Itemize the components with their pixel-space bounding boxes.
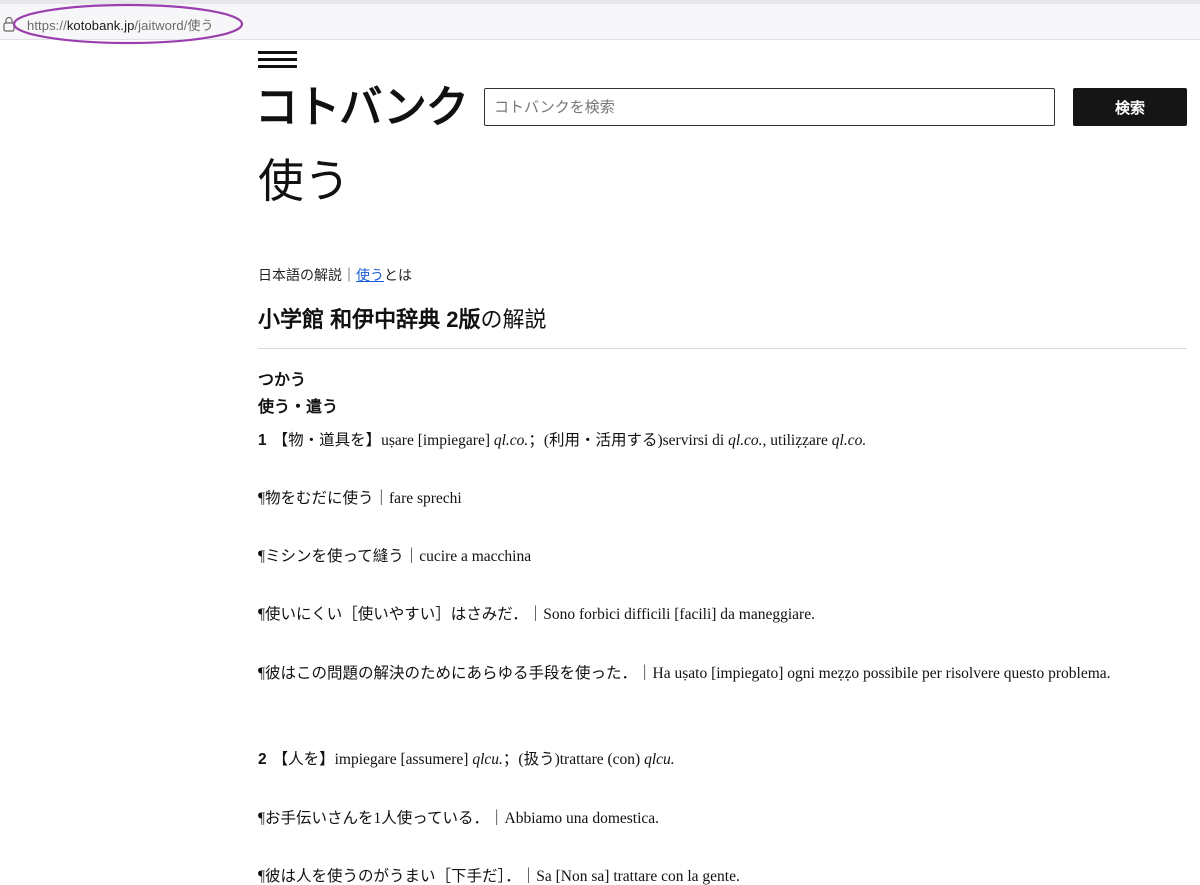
sense-1: 1 【物・道具を】uṣare [impiegare] ql.co.；(利用・活用す… [258, 427, 866, 455]
sense-number: 2 [258, 751, 267, 768]
breadcrumb-suffix: とは [384, 267, 412, 283]
sense-text: 【人を】impiegare [assumere] [272, 751, 473, 768]
search-button[interactable]: 検索 [1073, 88, 1187, 126]
example-line: ¶使いにくい［使いやすい］はさみだ．｜Sono forbici difficil… [258, 606, 815, 623]
dictionary-suffix: の解説 [480, 308, 547, 333]
sense-abbr: ql.co. [831, 432, 867, 449]
sense-abbr: qlcu. [644, 751, 675, 768]
breadcrumb-link[interactable]: 使う [356, 267, 384, 283]
sense-abbr: ql.co. [728, 432, 763, 449]
example-line: ¶お手伝いさんを1人使っている．｜Abbiamo una domestica. [258, 810, 660, 827]
example-line: ¶ミシンを使って縫う｜cucire a macchina [258, 548, 532, 565]
sense-2: 2 【人を】impiegare [assumere] qlcu.；(扱う)trat… [258, 746, 675, 774]
breadcrumb: 日本語の解説｜使うとは [258, 265, 412, 285]
example-line: ¶彼は人を使うのがうまい［下手だ］．｜Sa [Non sa] trattare … [258, 868, 740, 885]
sense-text: , utiliẓẓare [762, 432, 832, 449]
example-line: ¶物をむだに使う｜fare sprechi [258, 490, 462, 507]
divider [258, 348, 1187, 349]
menu-icon[interactable] [258, 51, 298, 69]
sense-text: ；(扱う)trattare (con) [502, 751, 645, 768]
sense-abbr: qlcu. [472, 751, 503, 768]
breadcrumb-prefix: 日本語の解説｜ [258, 267, 356, 283]
entry-reading: つかう [258, 372, 307, 389]
sense-text: 【物・道具を】uṣare [impiegare] [272, 432, 494, 449]
dictionary-heading: 小学館 和伊中辞典 2版の解説 [258, 305, 546, 336]
search-input[interactable] [484, 88, 1055, 126]
url-highlight-oval [12, 3, 244, 45]
dictionary-name: 小学館 和伊中辞典 2版 [258, 307, 481, 332]
site-logo[interactable]: コトバンク [255, 82, 469, 134]
sense-text: ；(利用・活用する)servirsi di [528, 432, 729, 449]
example-line: ¶彼はこの問題の解決のためにあらゆる手段を使った．｜Ha uṣato [impi… [258, 665, 1111, 682]
page-title: 使う [258, 154, 350, 208]
sense-number: 1 [258, 432, 267, 449]
sense-abbr: ql.co. [493, 432, 529, 449]
entry-headword: 使う・遣う [258, 399, 339, 416]
